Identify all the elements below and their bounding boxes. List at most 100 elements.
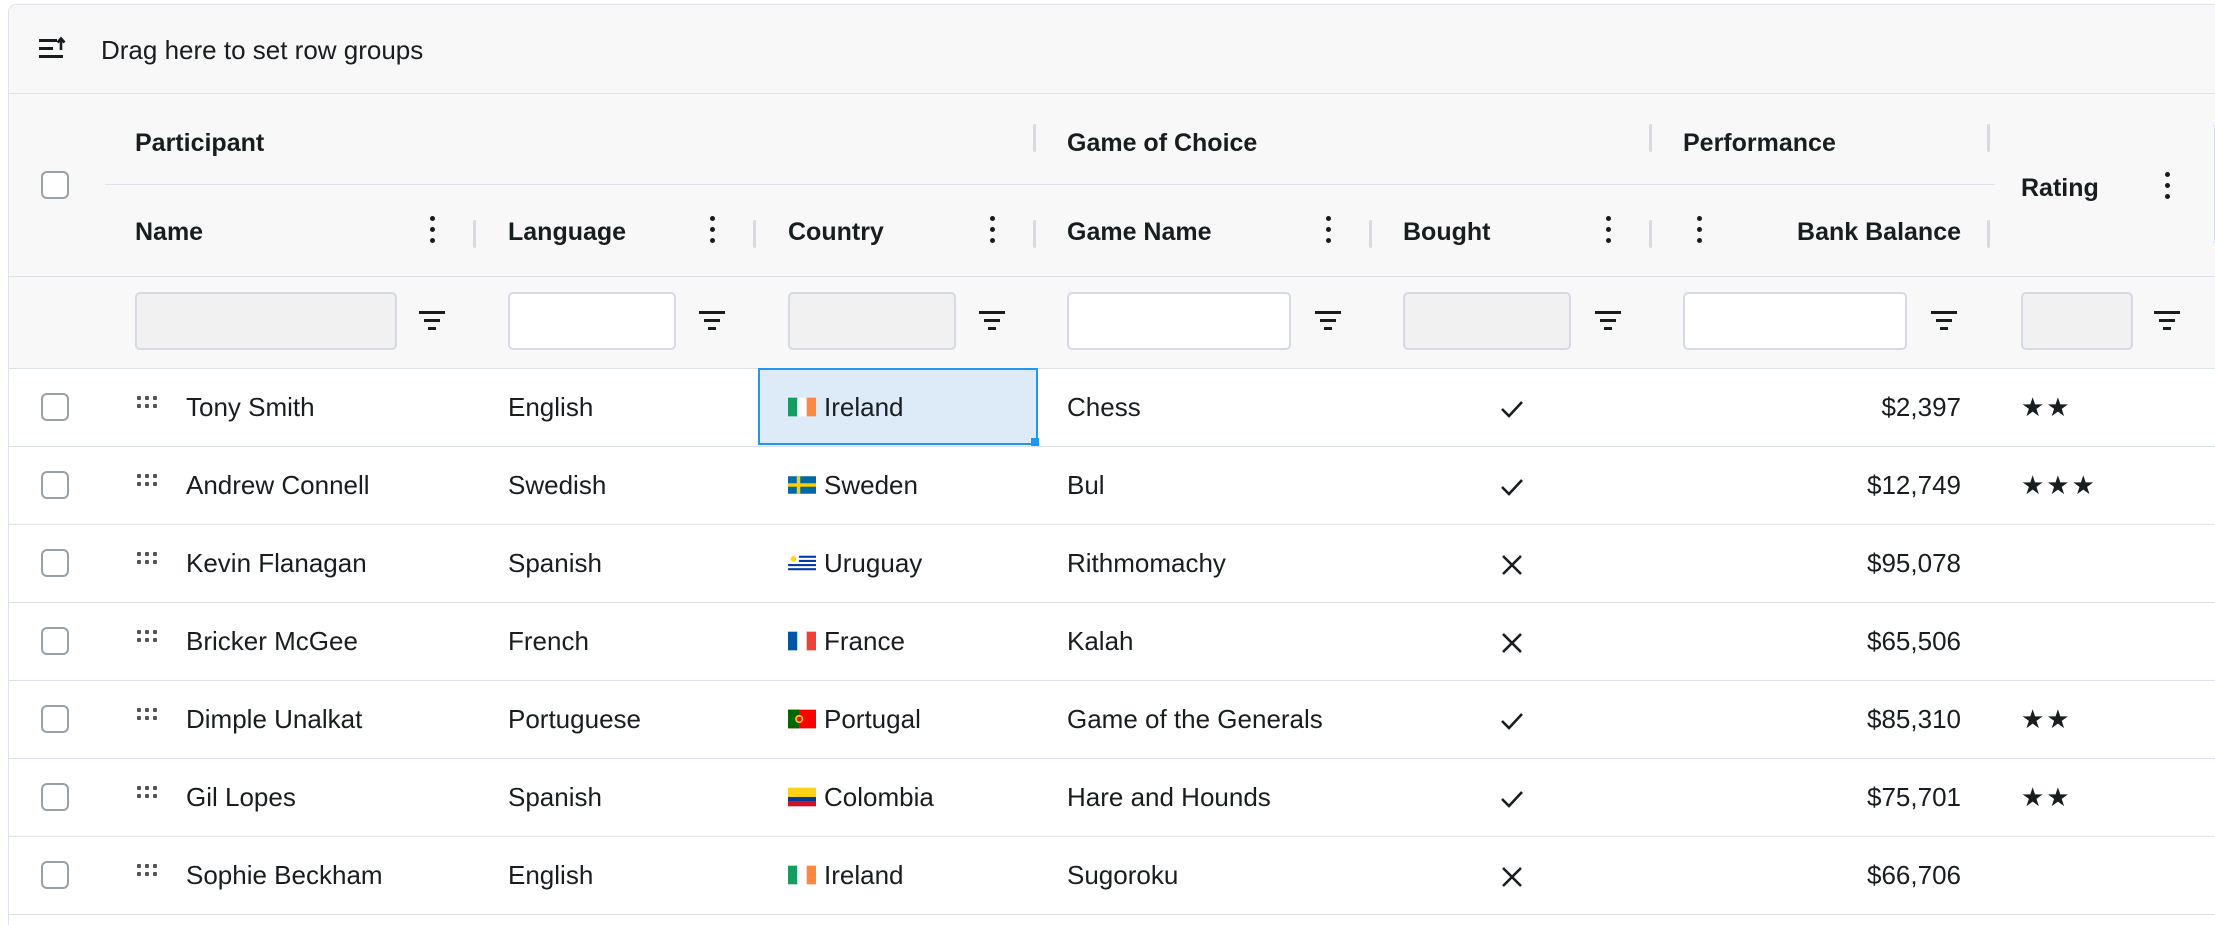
language-cell[interactable]: English <box>508 369 748 446</box>
filter-icon[interactable] <box>1315 309 1341 331</box>
language-cell[interactable]: Portuguese <box>508 681 748 758</box>
bank-balance-cell[interactable]: $65,506 <box>1683 603 1961 680</box>
drag-handle-icon[interactable] <box>137 864 159 878</box>
column-header-name[interactable]: Name <box>135 218 203 247</box>
language-filter-input[interactable] <box>508 292 676 350</box>
game-name-cell[interactable]: Sugoroku <box>1067 837 1387 914</box>
row-group-panel[interactable]: Drag here to set row groups <box>9 5 2215 94</box>
filter-icon[interactable] <box>979 309 1005 331</box>
name-cell[interactable]: Kevin Flanagan <box>186 525 466 602</box>
row-select-checkbox[interactable] <box>41 861 69 889</box>
column-header-game-name[interactable]: Game Name <box>1067 218 1212 247</box>
filter-icon[interactable] <box>419 309 445 331</box>
name-cell[interactable]: Andrew Connell <box>186 447 466 524</box>
game-name-cell[interactable]: Hare and Hounds <box>1067 759 1387 836</box>
language-cell[interactable]: French <box>508 603 748 680</box>
table-row[interactable]: Tony Smith English Ireland Chess $2,397 ★★ <box>9 368 2215 447</box>
bank-balance-cell[interactable]: $95,078 <box>1683 525 1961 602</box>
row-select-checkbox[interactable] <box>41 471 69 499</box>
bank-balance-cell[interactable]: $2,397 <box>1683 369 1961 446</box>
filter-icon[interactable] <box>699 309 725 331</box>
country-cell[interactable]: France <box>788 603 1028 680</box>
drag-handle-icon[interactable] <box>137 630 159 644</box>
table-row[interactable]: Bricker McGee French France Kalah $65,506 <box>9 603 2215 681</box>
bought-cell[interactable] <box>1403 603 1621 680</box>
bought-cell[interactable] <box>1403 837 1621 914</box>
column-header-language[interactable]: Language <box>508 218 626 247</box>
game-name-cell[interactable]: Kalah <box>1067 603 1387 680</box>
bank-balance-filter-input[interactable] <box>1683 292 1907 350</box>
row-select-checkbox[interactable] <box>41 393 69 421</box>
name-cell[interactable]: Bricker McGee <box>186 603 466 680</box>
game-name-cell[interactable]: Bul <box>1067 447 1387 524</box>
bought-filter-input[interactable] <box>1403 292 1571 350</box>
country-cell[interactable]: Ireland <box>788 369 1028 446</box>
drag-handle-icon[interactable] <box>137 474 159 488</box>
rating-filter-input[interactable] <box>2021 292 2133 350</box>
bank-balance-cell[interactable]: $66,706 <box>1683 837 1961 914</box>
language-cell[interactable]: Swedish <box>508 447 748 524</box>
filter-icon[interactable] <box>1595 309 1621 331</box>
filter-icon[interactable] <box>1931 309 1957 331</box>
bought-cell[interactable] <box>1403 759 1621 836</box>
table-row[interactable]: Sophie Beckham English Ireland Sugoroku $66,… <box>9 837 2215 915</box>
game-name-cell[interactable]: Rithmomachy <box>1067 525 1387 602</box>
drag-handle-icon[interactable] <box>137 708 159 722</box>
country-cell[interactable]: Ireland <box>788 837 1028 914</box>
rating-stars[interactable]: ★★ <box>2021 681 2201 758</box>
country-cell[interactable]: Portugal <box>788 681 1028 758</box>
table-row[interactable]: Andrew Connell Swedish Sweden Bul $12,749 ★★★ <box>9 447 2215 525</box>
name-cell[interactable]: Gil Lopes <box>186 759 466 836</box>
group-header-performance[interactable]: Performance <box>1683 129 1836 158</box>
country-cell[interactable]: Uruguay <box>788 525 1028 602</box>
filter-icon[interactable] <box>2154 309 2180 331</box>
language-cell[interactable]: English <box>508 837 748 914</box>
language-cell[interactable]: Spanish <box>508 525 748 602</box>
name-filter-input[interactable] <box>135 292 397 350</box>
bank-balance-cell[interactable]: $75,701 <box>1683 759 1961 836</box>
bought-cell[interactable] <box>1403 369 1621 446</box>
table-row[interactable]: Kevin Flanagan Spanish Uruguay Rithmomachy $… <box>9 525 2215 603</box>
row-select-checkbox[interactable] <box>41 705 69 733</box>
row-select-checkbox[interactable] <box>41 549 69 577</box>
rating-stars[interactable]: ★★ <box>2021 369 2201 446</box>
country-filter-input[interactable] <box>788 292 956 350</box>
column-header-bought[interactable]: Bought <box>1403 218 1490 247</box>
row-select-checkbox[interactable] <box>41 783 69 811</box>
kebab-menu-icon[interactable] <box>710 216 716 246</box>
country-cell[interactable]: Sweden <box>788 447 1028 524</box>
country-cell[interactable]: Colombia <box>788 759 1028 836</box>
column-resize-handle[interactable] <box>753 220 756 248</box>
name-cell[interactable]: Tony Smith <box>186 369 466 446</box>
name-cell[interactable]: Sophie Beckham <box>186 837 466 914</box>
game-name-cell[interactable]: Chess <box>1067 369 1387 446</box>
bought-cell[interactable] <box>1403 681 1621 758</box>
game-name-cell[interactable]: Game of the Generals <box>1067 681 1387 758</box>
drag-handle-icon[interactable] <box>137 552 159 566</box>
kebab-menu-icon[interactable] <box>2165 172 2171 202</box>
bought-cell[interactable] <box>1403 447 1621 524</box>
column-header-bank-balance[interactable]: Bank Balance <box>1703 218 1961 247</box>
rating-stars[interactable] <box>2021 603 2201 680</box>
table-row[interactable]: Dimple Unalkat Portuguese Portugal Game of … <box>9 681 2215 759</box>
select-all-checkbox[interactable] <box>41 171 69 199</box>
column-resize-handle[interactable] <box>1033 220 1036 248</box>
kebab-menu-icon[interactable] <box>990 216 996 246</box>
bank-balance-cell[interactable]: $12,749 <box>1683 447 1961 524</box>
kebab-menu-icon[interactable] <box>1606 216 1612 246</box>
fill-handle[interactable] <box>1031 438 1039 446</box>
drag-handle-icon[interactable] <box>137 786 159 800</box>
column-resize-handle[interactable] <box>1987 220 1990 248</box>
bank-balance-cell[interactable]: $85,310 <box>1683 681 1961 758</box>
column-resize-handle[interactable] <box>1649 220 1652 248</box>
row-select-checkbox[interactable] <box>41 627 69 655</box>
column-header-country[interactable]: Country <box>788 218 884 247</box>
rating-stars[interactable] <box>2021 525 2201 602</box>
column-resize-handle[interactable] <box>1369 220 1372 248</box>
group-header-participant[interactable]: Participant <box>135 129 264 158</box>
rating-stars[interactable] <box>2021 837 2201 914</box>
game-name-filter-input[interactable] <box>1067 292 1291 350</box>
language-cell[interactable]: Spanish <box>508 759 748 836</box>
kebab-menu-icon[interactable] <box>430 216 436 246</box>
rating-stars[interactable]: ★★★ <box>2021 447 2201 524</box>
